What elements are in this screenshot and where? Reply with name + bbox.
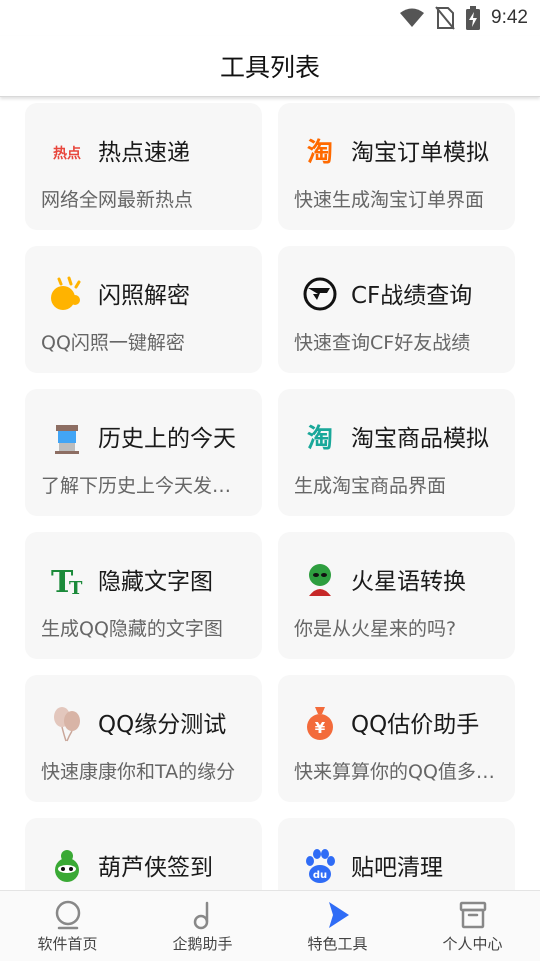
tool-card-cf-record[interactable]: CF战绩查询 快速查询CF好友战绩	[278, 246, 515, 373]
nav-label: 个人中心	[442, 935, 503, 953]
svg-text:du: du	[313, 870, 327, 881]
nav-personal-center[interactable]: 个人中心	[405, 891, 540, 961]
nav-label: 特色工具	[307, 935, 368, 953]
play-arrow-icon	[328, 902, 349, 928]
nav-penguin-assistant[interactable]: 企鹅助手	[135, 891, 270, 961]
hot-news-icon: 热点	[53, 145, 81, 162]
tool-title: 火星语转换	[351, 569, 466, 595]
nav-label: 企鹅助手	[172, 935, 233, 953]
tool-title: 历史上的今天	[98, 426, 236, 452]
tool-title: 葫芦侠签到	[98, 855, 213, 881]
nav-home[interactable]: 软件首页	[0, 891, 135, 961]
cf-logo-icon	[303, 277, 337, 311]
nav-special-tools[interactable]: 特色工具	[270, 891, 405, 961]
tool-title: QQ估价助手	[351, 712, 480, 738]
nav-label: 软件首页	[37, 935, 98, 953]
svg-text:T: T	[69, 578, 83, 599]
home-circle-icon	[55, 900, 80, 930]
hidden-text-icon: T T	[51, 565, 83, 600]
no-sim-icon	[435, 6, 455, 30]
tool-desc: 你是从火星来的吗?	[294, 618, 457, 640]
battery-charging-icon	[466, 6, 481, 30]
tool-desc: 快速查询CF好友战绩	[294, 332, 471, 354]
tool-card-taobao-product[interactable]: 淘 淘宝商品模拟 生成淘宝商品界面	[278, 389, 515, 516]
tool-desc: 生成QQ隐藏的文字图	[41, 618, 223, 640]
svg-text:淘: 淘	[307, 138, 333, 168]
tool-desc: 网络全网最新热点	[41, 189, 194, 211]
tool-card-hot-news[interactable]: 热点 热点速递 网络全网最新热点	[25, 103, 262, 230]
flash-photo-icon	[51, 276, 81, 310]
tool-title: 闪照解密	[98, 283, 190, 309]
tool-card-qq-value[interactable]: ¥ QQ估价助手 快来算算你的QQ值多少钱	[278, 675, 515, 802]
svg-text:淘: 淘	[307, 424, 333, 454]
tool-card-huluxia-signin[interactable]: 葫芦侠签到	[25, 818, 262, 890]
tool-desc: QQ闪照一键解密	[41, 332, 185, 354]
balloons-icon	[54, 707, 80, 742]
tool-title: 淘宝商品模拟	[351, 426, 489, 452]
history-pillar-icon	[55, 425, 79, 454]
box-icon	[459, 901, 486, 929]
music-note-icon	[193, 901, 208, 930]
tool-card-fate-test[interactable]: QQ缘分测试 快速康康你和TA的缘分	[25, 675, 262, 802]
tool-desc: 生成淘宝商品界面	[294, 475, 447, 497]
tool-desc: 快速康康你和TA的缘分	[41, 761, 236, 783]
tool-card-taobao-order[interactable]: 淘 淘宝订单模拟 快速生成淘宝订单界面	[278, 103, 515, 230]
tool-desc: 快来算算你的QQ值多少钱	[294, 761, 499, 783]
taobao-icon: 淘	[307, 424, 333, 454]
tool-title: CF战绩查询	[351, 283, 473, 309]
taobao-icon: 淘	[307, 138, 333, 168]
tool-title: 隐藏文字图	[98, 569, 213, 595]
tool-title: QQ缘分测试	[98, 712, 227, 738]
page-title: 工具列表	[219, 53, 320, 82]
huluxia-icon	[55, 850, 79, 882]
tool-grid: 热点 热点速递 网络全网最新热点 淘 淘宝订单模拟 快速生成淘宝订单界面 闪照解…	[0, 97, 540, 890]
tool-title: 淘宝订单模拟	[351, 140, 489, 166]
tool-title: 热点速递	[98, 140, 190, 166]
tool-title: 贴吧清理	[351, 855, 443, 881]
status-bar: 9:42	[0, 0, 540, 36]
tool-card-flash-photo[interactable]: 闪照解密 QQ闪照一键解密	[25, 246, 262, 373]
app-header: 工具列表	[0, 36, 540, 97]
svg-text:¥: ¥	[315, 719, 326, 737]
status-time: 9:42	[491, 7, 528, 28]
money-bag-icon: ¥	[307, 707, 333, 740]
baidu-paw-icon: du	[306, 849, 335, 883]
martian-icon	[309, 564, 331, 596]
tool-card-tieba-clean[interactable]: du 贴吧清理	[278, 818, 515, 890]
tool-card-hidden-text[interactable]: T T 隐藏文字图 生成QQ隐藏的文字图	[25, 532, 262, 659]
bottom-navigation: 软件首页 企鹅助手 特色工具 个人中心	[0, 890, 540, 961]
tool-desc: 快速生成淘宝订单界面	[294, 189, 485, 211]
tool-card-history-today[interactable]: 历史上的今天 了解下历史上今天发生的事	[25, 389, 262, 516]
wifi-icon	[400, 8, 425, 27]
tool-desc: 了解下历史上今天发生的事	[41, 475, 246, 497]
svg-text:热点: 热点	[53, 145, 81, 162]
tool-card-martian-text[interactable]: 火星语转换 你是从火星来的吗?	[278, 532, 515, 659]
